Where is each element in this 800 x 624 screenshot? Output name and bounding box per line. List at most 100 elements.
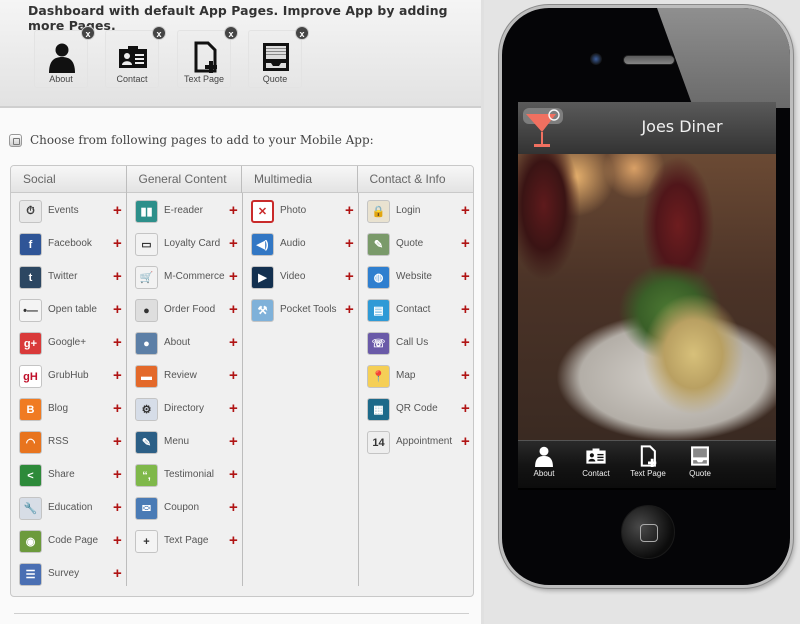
- add-page-button[interactable]: +: [113, 465, 122, 485]
- page-option-rss[interactable]: ◠ RSS +: [19, 431, 122, 457]
- remove-page-button[interactable]: x: [81, 26, 95, 40]
- page-option-loyalty-card[interactable]: ▭ Loyalty Card +: [135, 233, 238, 259]
- page-option-google-[interactable]: g+ Google+ +: [19, 332, 122, 358]
- add-page-button[interactable]: +: [229, 498, 238, 518]
- remove-page-button[interactable]: x: [152, 26, 166, 40]
- add-page-button[interactable]: +: [113, 498, 122, 518]
- page-option-blog[interactable]: B Blog +: [19, 398, 122, 424]
- app-tab-about[interactable]: About: [519, 445, 569, 478]
- page-option-open-table[interactable]: •— Open table +: [19, 299, 122, 325]
- page-option-label: E-reader: [164, 205, 203, 216]
- page-option-menu[interactable]: ✎ Menu +: [135, 431, 238, 457]
- add-page-button[interactable]: +: [229, 366, 238, 386]
- app-tab-quote[interactable]: Quote: [675, 445, 725, 478]
- page-option-contact[interactable]: ▤ Contact +: [367, 299, 470, 325]
- page-option-text-page[interactable]: + Text Page +: [135, 530, 238, 556]
- page-option-facebook[interactable]: f Facebook +: [19, 233, 122, 259]
- page-option-twitter[interactable]: t Twitter +: [19, 266, 122, 292]
- add-page-button[interactable]: +: [461, 366, 470, 386]
- add-page-button[interactable]: +: [113, 432, 122, 452]
- add-page-button[interactable]: +: [113, 366, 122, 386]
- cart-icon: 🛒: [135, 266, 158, 289]
- add-page-button[interactable]: +: [113, 234, 122, 254]
- tab-contact-info[interactable]: Contact & Info: [358, 166, 474, 193]
- add-page-button[interactable]: +: [461, 201, 470, 221]
- add-page-button[interactable]: +: [113, 267, 122, 287]
- add-page-button[interactable]: +: [229, 432, 238, 452]
- dashboard-bar: Dashboard with default App Pages. Improv…: [0, 0, 481, 108]
- page-option-qr-code[interactable]: ▦ QR Code +: [367, 398, 470, 424]
- page-option-order-food[interactable]: ● Order Food +: [135, 299, 238, 325]
- page-option-coupon[interactable]: ✉ Coupon +: [135, 497, 238, 523]
- add-page-button[interactable]: +: [113, 399, 122, 419]
- add-page-button[interactable]: +: [345, 234, 354, 254]
- page-option-audio[interactable]: ◀) Audio +: [251, 233, 354, 259]
- page-option-events[interactable]: ⏱ Events +: [19, 200, 122, 226]
- add-page-button[interactable]: +: [345, 300, 354, 320]
- page-option-photo[interactable]: ✕ Photo +: [251, 200, 354, 226]
- add-page-button[interactable]: +: [345, 267, 354, 287]
- page-option-map[interactable]: 📍 Map +: [367, 365, 470, 391]
- page-option-m-commerce[interactable]: 🛒 M-Commerce +: [135, 266, 238, 292]
- add-page-button[interactable]: +: [229, 333, 238, 353]
- ereader-icon: ▮▮: [135, 200, 158, 223]
- add-page-button[interactable]: +: [345, 201, 354, 221]
- add-page-button[interactable]: +: [113, 333, 122, 353]
- add-page-button[interactable]: +: [113, 531, 122, 551]
- page-option-label: Website: [396, 271, 432, 282]
- default-page-text-page[interactable]: Text Page x: [177, 26, 238, 88]
- add-page-button[interactable]: +: [461, 399, 470, 419]
- page-option-e-reader[interactable]: ▮▮ E-reader +: [135, 200, 238, 226]
- add-page-button[interactable]: +: [461, 333, 470, 353]
- default-page-quote[interactable]: Quote x: [248, 26, 309, 88]
- page-option-grubhub[interactable]: gH GrubHub +: [19, 365, 122, 391]
- add-page-button[interactable]: +: [229, 234, 238, 254]
- add-page-button[interactable]: +: [461, 267, 470, 287]
- remove-page-button[interactable]: x: [295, 26, 309, 40]
- tab-multimedia[interactable]: Multimedia: [242, 166, 358, 193]
- page-option-share[interactable]: < Share +: [19, 464, 122, 490]
- page-option-code-page[interactable]: ◉ Code Page +: [19, 530, 122, 556]
- phone-glare: [657, 8, 790, 108]
- tab-social[interactable]: Social: [11, 166, 127, 193]
- add-page-button[interactable]: +: [229, 465, 238, 485]
- add-page-button[interactable]: +: [229, 300, 238, 320]
- page-option-website[interactable]: ◍ Website +: [367, 266, 470, 292]
- page-option-quote[interactable]: ✎ Quote +: [367, 233, 470, 259]
- app-tab-text-page[interactable]: Text Page: [623, 445, 673, 478]
- add-page-button[interactable]: +: [229, 267, 238, 287]
- testimonial-icon: “,: [135, 464, 158, 487]
- add-page-button[interactable]: +: [229, 531, 238, 551]
- add-page-button[interactable]: +: [113, 564, 122, 584]
- app-tab-contact[interactable]: Contact: [571, 445, 621, 478]
- page-option-call-us[interactable]: ☏ Call Us +: [367, 332, 470, 358]
- page-option-pocket-tools[interactable]: ⚒ Pocket Tools +: [251, 299, 354, 325]
- add-page-button[interactable]: +: [113, 201, 122, 221]
- text-page-icon: [194, 41, 217, 73]
- page-option-survey[interactable]: ☰ Survey +: [19, 563, 122, 589]
- page-option-label: Audio: [280, 238, 306, 249]
- default-page-label: Text Page: [183, 74, 225, 84]
- page-option-login[interactable]: 🔒 Login +: [367, 200, 470, 226]
- page-option-about[interactable]: ● About +: [135, 332, 238, 358]
- page-option-testimonial[interactable]: “, Testimonial +: [135, 464, 238, 490]
- page-option-appointment[interactable]: 14 Appointment +: [367, 431, 470, 457]
- page-option-review[interactable]: ▬ Review +: [135, 365, 238, 391]
- home-button[interactable]: [621, 505, 675, 559]
- default-page-about[interactable]: About x: [34, 26, 95, 88]
- expand-icon[interactable]: [9, 133, 22, 147]
- tab-general-content[interactable]: General Content: [127, 166, 242, 193]
- choose-pages-row: Choose from following pages to add to yo…: [9, 133, 374, 147]
- page-option-education[interactable]: 🔧 Education +: [19, 497, 122, 523]
- pocket-tools-icon: ⚒: [251, 299, 274, 322]
- default-page-contact[interactable]: Contact x: [105, 26, 166, 88]
- add-page-button[interactable]: +: [229, 399, 238, 419]
- add-page-button[interactable]: +: [461, 432, 470, 452]
- page-option-video[interactable]: ▶ Video +: [251, 266, 354, 292]
- remove-page-button[interactable]: x: [224, 26, 238, 40]
- add-page-button[interactable]: +: [461, 234, 470, 254]
- page-option-directory[interactable]: ⚙ Directory +: [135, 398, 238, 424]
- add-page-button[interactable]: +: [461, 300, 470, 320]
- add-page-button[interactable]: +: [229, 201, 238, 221]
- add-page-button[interactable]: +: [113, 300, 122, 320]
